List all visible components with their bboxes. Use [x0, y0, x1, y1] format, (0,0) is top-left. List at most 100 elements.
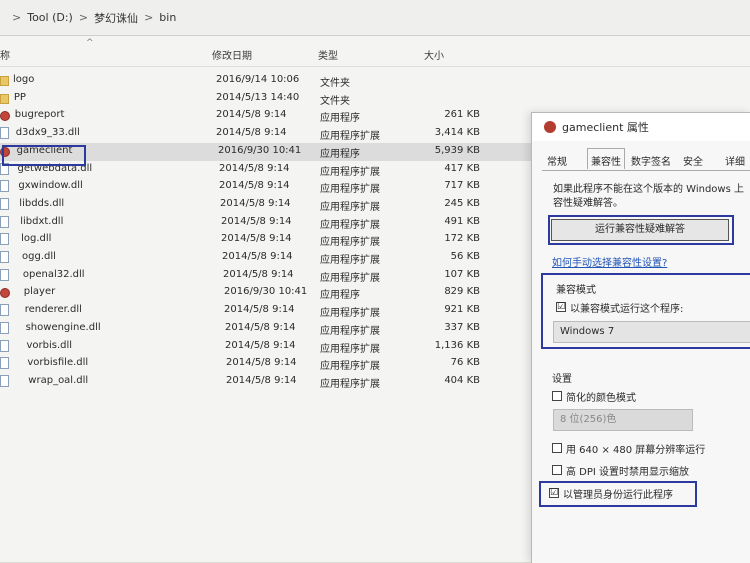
reduced-color-checkbox[interactable]	[552, 391, 562, 401]
file-type: 应用程序扩展	[320, 255, 380, 266]
file-name: PP	[13, 91, 26, 103]
dpi-label: 高 DPI 设置时禁用显示缩放	[566, 467, 690, 478]
file-size: 829 KB	[444, 286, 480, 298]
file-date: 2014/5/8 9:14	[216, 109, 287, 121]
file-type: 文件夹	[320, 78, 350, 89]
file-date: 2014/5/8 9:14	[219, 180, 290, 192]
tab-security[interactable]: 安全	[683, 153, 703, 168]
file-size: 404 KB	[444, 374, 480, 386]
dpi-checkbox[interactable]	[552, 465, 562, 475]
color-depth-select[interactable]: 8 位(256)色	[553, 409, 693, 431]
sort-ascending-icon: ^	[86, 38, 94, 48]
file-type: 应用程序扩展	[320, 166, 380, 178]
file-type: 应用程序扩展	[320, 325, 380, 337]
properties-dialog: gameclient 属性 常规 兼容性 数字签名 安全 详细 如果此程序不能在…	[531, 112, 750, 563]
file-date: 2014/5/8 9:14	[216, 127, 287, 139]
res-640-label: 用 640 × 480 屏幕分辨率运行	[566, 445, 706, 456]
run-troubleshooter-button[interactable]: 运行兼容性疑难解答	[551, 219, 729, 241]
breadcrumb-current[interactable]: bin	[159, 11, 176, 24]
dll-icon	[0, 357, 9, 370]
file-size: 5,939 KB	[434, 144, 480, 156]
dialog-title: gameclient 属性	[562, 121, 649, 134]
compat-mode-label: 以兼容模式运行这个程序:	[570, 304, 684, 315]
dll-icon	[0, 233, 9, 246]
dll-icon	[0, 374, 9, 387]
file-type: 应用程序扩展	[320, 378, 380, 390]
tab-digital-signature[interactable]: 数字签名	[631, 153, 671, 168]
breadcrumb-folder[interactable]: 梦幻诛仙	[94, 10, 138, 26]
file-name: vorbisfile.dll	[27, 357, 89, 369]
file-date: 2014/5/8 9:14	[225, 339, 296, 351]
file-name: openal32.dll	[22, 268, 85, 280]
file-size: 3,414 KB	[434, 127, 480, 139]
folder-icon	[0, 93, 9, 104]
file-name: log.dll	[21, 233, 52, 245]
file-type: 文件夹	[320, 95, 350, 107]
file-name: ogg.dll	[22, 251, 56, 262]
file-size: 491 KB	[444, 215, 480, 227]
dll-icon	[0, 304, 9, 317]
file-size: 172 KB	[444, 233, 480, 245]
file-name: player	[23, 286, 56, 298]
column-header-size[interactable]: 大小	[424, 47, 444, 62]
compat-description: 如果此程序不能在这个版本的 Windows 上 容性疑难解答。	[553, 184, 744, 209]
folder-icon	[0, 76, 9, 86]
file-date: 2016/9/30 10:41	[218, 144, 302, 156]
file-size: 56 KB	[450, 251, 480, 262]
file-type: 应用程序扩展	[320, 201, 380, 213]
dialog-tabs: 常规 兼容性 数字签名 安全 详细	[542, 148, 750, 171]
compat-mode-checkbox[interactable]: ☑	[556, 302, 566, 312]
file-name: vorbis.dll	[26, 339, 73, 351]
column-header-name[interactable]: 称	[0, 47, 10, 62]
dll-icon	[0, 180, 9, 193]
file-size: 107 KB	[444, 268, 480, 280]
file-size: 245 KB	[444, 197, 480, 209]
file-type: 应用程序扩展	[320, 184, 380, 196]
column-header-type[interactable]: 类型	[318, 47, 338, 62]
file-name: wrap_oal.dll	[28, 374, 89, 386]
dll-icon	[0, 321, 9, 334]
settings-group-label: 设置	[552, 374, 572, 385]
file-date: 2014/5/8 9:14	[221, 215, 292, 227]
breadcrumb-drive[interactable]: Tool (D:)	[27, 11, 73, 24]
file-row[interactable]: PP 2014/5/13 14:40 文件夹	[0, 90, 750, 108]
file-type: 应用程序扩展	[320, 343, 380, 355]
file-size: 261 KB	[444, 109, 480, 121]
file-type: 应用程序	[320, 148, 360, 160]
dll-icon	[0, 251, 9, 263]
file-date: 2014/5/8 9:14	[221, 233, 292, 245]
dialog-titlebar: gameclient 属性	[532, 113, 750, 141]
file-size: 76 KB	[450, 357, 480, 369]
address-bar[interactable]: > Tool (D:) > 梦幻诛仙 > bin	[0, 0, 750, 36]
file-name: d3dx9_33.dll	[15, 127, 80, 139]
breadcrumb-separator: >	[12, 11, 22, 24]
res-640-checkbox[interactable]	[552, 443, 562, 453]
file-name: gxwindow.dll	[18, 180, 83, 192]
file-type: 应用程序扩展	[320, 308, 380, 320]
compat-mode-group-label: 兼容模式	[556, 285, 596, 296]
file-date: 2014/5/8 9:14	[219, 162, 290, 174]
tab-general[interactable]: 常规	[547, 153, 567, 168]
file-size: 417 KB	[444, 162, 480, 174]
dll-icon	[0, 197, 9, 210]
file-type: 应用程序扩展	[320, 237, 380, 249]
app-icon	[0, 288, 10, 299]
file-date: 2016/9/30 10:41	[224, 286, 308, 298]
manual-compat-link[interactable]: 如何手动选择兼容性设置?	[552, 254, 667, 269]
tab-compatibility[interactable]: 兼容性	[587, 148, 625, 169]
file-date: 2014/5/13 14:40	[216, 91, 300, 103]
tab-details[interactable]: 详细	[725, 153, 745, 168]
dll-icon	[0, 268, 9, 281]
file-row[interactable]: logo 2016/9/14 10:06 文件夹	[0, 72, 750, 90]
file-type: 应用程序	[320, 290, 360, 302]
column-header-date[interactable]: 修改日期	[212, 47, 252, 62]
compat-os-select[interactable]: Windows 7	[553, 321, 750, 343]
reduced-color-label: 简化的颜色模式	[566, 393, 636, 404]
dll-icon	[0, 127, 9, 140]
annotation-box-gameclient	[2, 145, 86, 166]
file-name: bugreport	[14, 109, 65, 121]
run-as-admin-checkbox[interactable]: ☑	[549, 488, 559, 498]
breadcrumb-separator: >	[78, 11, 89, 24]
app-icon	[544, 121, 556, 133]
file-date: 2014/5/8 9:14	[220, 197, 291, 209]
